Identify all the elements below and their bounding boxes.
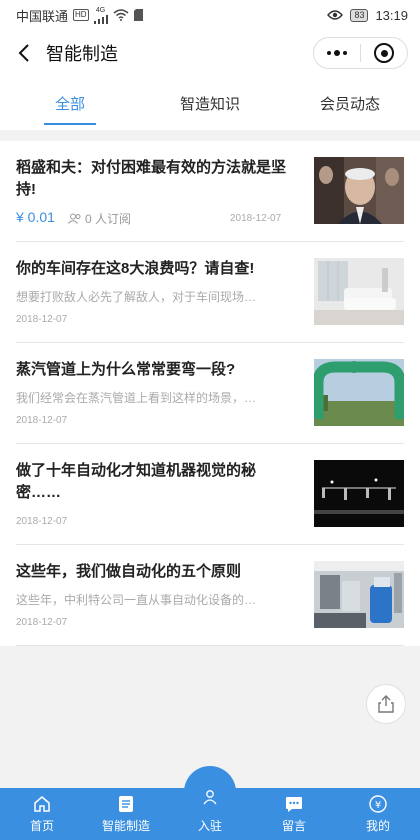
article-item[interactable]: 蒸汽管道上为什么常常要弯一段? 我们经常会在蒸汽管道上看到这样的场景，… 201… [16,343,404,444]
tab-member-news[interactable]: 会员动态 [280,76,420,130]
article-date: 2018-12-07 [16,617,68,628]
article-summary: 想要打败敌人必先了解敌人，对于车间现场… [16,290,257,304]
sd-card-icon [133,9,143,21]
article-date: 2018-12-07 [230,213,282,224]
tabbar-item-mine[interactable]: ¥ 我的 [336,788,420,840]
page-title: 智能制造 [46,44,118,64]
share-icon [378,695,394,713]
article-date: 2018-12-07 [16,516,68,527]
home-icon [34,796,50,812]
hd-badge: HD [73,9,89,21]
chevron-left-icon [18,44,29,62]
battery-indicator: 83 [350,8,369,22]
article-thumbnail [314,561,404,628]
tab-knowledge[interactable]: 智造知识 [140,76,280,130]
users-icon [68,213,81,224]
article-price: ¥ 0.01 [16,209,55,225]
status-bar: 中国联通 HD 4G 83 13:19 [0,0,420,30]
article-thumbnail [314,157,404,224]
user-icon [203,790,217,805]
more-button[interactable] [314,38,360,68]
subscriber-count: 0 人订阅 [68,210,131,227]
share-button[interactable] [366,684,406,724]
article-item[interactable]: 做了十年自动化才知道机器视觉的秘密…… 2018-12-07 [16,444,404,545]
close-button[interactable] [361,38,407,68]
tabbar-item-home[interactable]: 首页 [0,788,84,840]
back-button[interactable] [4,30,44,76]
clock: 13:19 [375,7,408,23]
article-item[interactable]: 你的车间存在这8大浪费吗？请自查! 想要打败敌人必先了解敌人，对于车间现场… 2… [16,242,404,343]
tabbar-item-join[interactable]: 入驻 [168,788,252,840]
article-list: 稻盛和夫：对付困难最有效的方法就是坚持! ¥ 0.01 0 人订阅 2018-1… [0,141,420,646]
message-icon [286,797,302,812]
signal-icon: 4G [93,7,108,24]
nav-bar: 智能制造 [0,30,420,76]
category-tabs: 全部 智造知识 会员动态 [0,76,420,130]
article-thumbnail [314,258,404,325]
article-title: 你的车间存在这8大浪费吗？请自查! [16,260,255,277]
tabbar-item-messages[interactable]: 留言 [252,788,336,840]
article-summary: 我们经常会在蒸汽管道上看到这样的场景，… [16,391,257,405]
carrier-name: 中国联通 [16,8,69,24]
article-thumbnail [314,359,404,426]
eye-icon [327,10,344,20]
bottom-tab-bar: 首页 智能制造 入驻 留言 ¥ 我的 [0,788,420,840]
target-icon [374,43,394,63]
wifi-icon [113,9,129,21]
svg-text:¥: ¥ [375,800,381,811]
article-title: 做了十年自动化才知道机器视觉的秘密…… [16,462,257,501]
article-item[interactable]: 稻盛和夫：对付困难最有效的方法就是坚持! ¥ 0.01 0 人订阅 2018-1… [16,141,404,242]
document-icon [119,796,133,812]
article-summary: 这些年，中利特公司一直从事自动化设备的… [16,593,257,607]
tab-all[interactable]: 全部 [0,76,140,130]
article-title: 稻盛和夫：对付困难最有效的方法就是坚持! [16,159,287,198]
article-date: 2018-12-07 [16,415,68,426]
article-thumbnail [314,460,404,527]
article-title: 蒸汽管道上为什么常常要弯一段? [16,361,236,378]
article-item[interactable]: 这些年，我们做自动化的五个原则 这些年，中利特公司一直从事自动化设备的… 201… [16,545,404,646]
article-date: 2018-12-07 [16,314,68,325]
yen-icon: ¥ [369,795,387,813]
article-title: 这些年，我们做自动化的五个原则 [16,563,242,580]
mini-program-capsule [313,37,408,69]
tabbar-item-smart-manufacturing[interactable]: 智能制造 [84,788,168,840]
